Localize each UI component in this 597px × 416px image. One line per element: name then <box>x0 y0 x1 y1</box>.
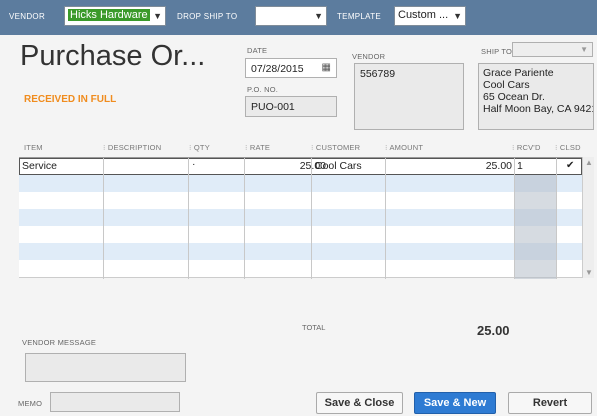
ship-to-select[interactable]: ▼ <box>512 42 593 57</box>
vendor-address-value: 556789 <box>360 68 396 80</box>
column-divider <box>244 158 245 279</box>
cell-rcvd[interactable]: 1 <box>517 160 523 172</box>
memo-field[interactable] <box>50 392 180 412</box>
ship-to-line: Grace Pariente <box>483 67 554 79</box>
column-header-rate[interactable]: ⁝ RATE <box>245 143 270 152</box>
template-select-value: Custom ... <box>398 9 449 21</box>
top-toolbar: VENDOR Hicks Hardware ▼ DROP SHIP TO ▼ T… <box>0 0 597 35</box>
save-new-button[interactable]: Save & New <box>414 392 496 414</box>
column-divider <box>514 158 515 279</box>
po-number-value: PUO-001 <box>251 101 295 113</box>
drop-ship-label: DROP SHIP TO <box>177 12 238 21</box>
ship-to-address-field[interactable]: Grace Pariente Cool Cars 65 Ocean Dr. Ha… <box>478 63 594 130</box>
chevron-down-icon: ▼ <box>314 11 323 21</box>
rcvd-column-shade <box>514 158 556 279</box>
date-label: DATE <box>247 46 268 55</box>
column-divider <box>385 158 386 279</box>
table-body: Service · 25.00 Cool Cars 25.00 1 ✔ <box>19 157 582 279</box>
date-field[interactable]: 07/28/2015 ▦ <box>245 58 337 78</box>
save-close-button[interactable]: Save & Close <box>316 392 403 414</box>
scroll-down-icon[interactable]: ▼ <box>585 268 593 277</box>
cell-item[interactable]: Service <box>22 160 57 172</box>
cell-amount[interactable]: 25.00 <box>486 160 512 172</box>
column-header-description[interactable]: ⁝ DESCRIPTION <box>103 143 161 152</box>
column-header-clsd[interactable]: ⁝ CLSD <box>555 143 581 152</box>
page-title: Purchase Or... <box>20 40 206 72</box>
ship-to-line: Half Moon Bay, CA 9421 <box>483 103 594 115</box>
table-header: ITEM ⁝ DESCRIPTION ⁝ QTY ⁝ RATE ⁝ CUSTOM… <box>19 141 594 155</box>
cell-customer[interactable]: Cool Cars <box>315 160 362 172</box>
column-header-amount[interactable]: ⁝ AMOUNT <box>385 143 423 152</box>
line-items-table: ITEM ⁝ DESCRIPTION ⁝ QTY ⁝ RATE ⁝ CUSTOM… <box>19 141 594 279</box>
column-divider <box>311 158 312 279</box>
vendor-select-value: Hicks Hardware <box>68 9 150 21</box>
revert-button[interactable]: Revert <box>508 392 592 414</box>
template-label: TEMPLATE <box>337 12 382 21</box>
total-label: TOTAL <box>302 323 326 332</box>
cell-qty[interactable]: · <box>192 158 196 170</box>
column-divider <box>556 158 557 279</box>
vendor-message-label: VENDOR MESSAGE <box>22 338 97 347</box>
vendor-address-label: VENDOR <box>352 52 386 61</box>
ship-to-line: Cool Cars <box>483 79 530 91</box>
column-header-item[interactable]: ITEM <box>24 143 43 152</box>
calendar-icon[interactable]: ▦ <box>322 62 331 73</box>
chevron-down-icon: ▼ <box>580 45 588 54</box>
memo-label: MEMO <box>18 399 43 408</box>
vendor-label: VENDOR <box>9 12 46 21</box>
scroll-up-icon[interactable]: ▲ <box>585 158 593 167</box>
vendor-select[interactable]: Hicks Hardware ▼ <box>64 6 166 26</box>
vendor-message-field[interactable] <box>25 353 186 382</box>
ship-to-label: SHIP TO <box>481 47 512 56</box>
po-number-field[interactable]: PUO-001 <box>245 96 337 117</box>
po-number-label: P.O. NO. <box>247 85 279 94</box>
column-header-customer[interactable]: ⁝ CUSTOMER <box>311 143 360 152</box>
column-header-rcvd[interactable]: ⁝ RCV'D <box>512 143 541 152</box>
date-value: 07/28/2015 <box>251 63 304 75</box>
vendor-address-field[interactable]: 556789 <box>354 63 464 130</box>
total-value: 25.00 <box>477 323 510 338</box>
check-icon[interactable]: ✔ <box>566 160 574 171</box>
column-divider <box>103 158 104 279</box>
chevron-down-icon: ▼ <box>453 11 462 21</box>
drop-ship-select[interactable]: ▼ <box>255 6 327 26</box>
column-divider <box>188 158 189 279</box>
column-header-qty[interactable]: ⁝ QTY <box>189 143 210 152</box>
status-badge: RECEIVED IN FULL <box>24 94 117 105</box>
ship-to-line: 65 Ocean Dr. <box>483 91 545 103</box>
table-scrollbar[interactable]: ▲ ▼ <box>582 157 594 278</box>
chevron-down-icon: ▼ <box>153 11 162 21</box>
template-select[interactable]: Custom ... ▼ <box>394 6 466 26</box>
